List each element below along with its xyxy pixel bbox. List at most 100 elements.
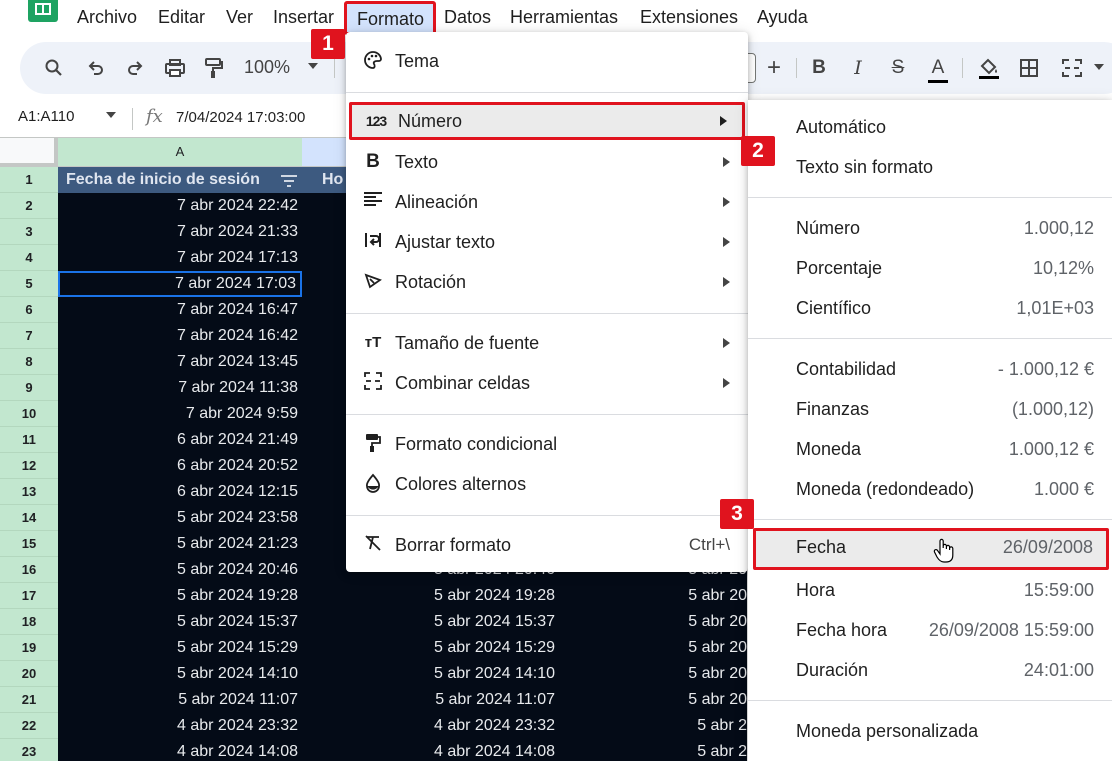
menu-item-numero[interactable]: 123 Número	[349, 102, 745, 140]
zoom-select[interactable]: 100%	[244, 57, 290, 78]
sheets-logo-icon[interactable]	[28, 0, 58, 22]
strikethrough-icon[interactable]: S	[882, 52, 914, 84]
fill-color-icon[interactable]	[973, 52, 1005, 90]
cell-a[interactable]: 7 abr 2024 13:45	[58, 349, 302, 375]
cell-b[interactable]: 4 abr 2024 23:32	[302, 713, 572, 739]
print-icon[interactable]	[159, 52, 191, 88]
cell-a[interactable]: 5 abr 2024 14:10	[58, 661, 302, 687]
format-cientifico[interactable]: Científico 1,01E+03	[748, 289, 1112, 327]
cell-b[interactable]: 5 abr 2024 11:07	[302, 687, 572, 713]
menu-ayuda[interactable]: Ayuda	[757, 7, 808, 28]
row-header[interactable]: 3	[0, 219, 58, 245]
cell-a[interactable]: 5 abr 2024 21:23	[58, 531, 302, 557]
format-moneda-personalizada[interactable]: Moneda personalizada	[748, 712, 1112, 750]
menu-item-colores-alternos[interactable]: Colores alternos	[346, 465, 748, 503]
cell-a[interactable]: 5 abr 2024 15:29	[58, 635, 302, 661]
cell-a[interactable]: 5 abr 2024 20:46	[58, 557, 302, 583]
row-header[interactable]: 6	[0, 297, 58, 323]
row-header[interactable]: 23	[0, 739, 58, 761]
cell-a[interactable]: 7 abr 2024 16:42	[58, 323, 302, 349]
row-header[interactable]: 8	[0, 349, 58, 375]
cell-c[interactable]: 5 abr 20	[572, 583, 747, 609]
format-moneda-redondeado[interactable]: Moneda (redondeado) 1.000 €	[748, 470, 1112, 508]
bold-icon[interactable]: B	[803, 52, 835, 84]
menu-editar[interactable]: Editar	[158, 7, 205, 28]
select-all-corner[interactable]	[0, 138, 58, 167]
menu-herramientas[interactable]: Herramientas	[510, 7, 618, 28]
redo-icon[interactable]	[119, 52, 151, 88]
row-header[interactable]: 17	[0, 583, 58, 609]
merge-caret-icon[interactable]	[1094, 64, 1104, 70]
menu-datos[interactable]: Datos	[444, 7, 491, 28]
menu-extensiones[interactable]: Extensiones	[640, 7, 738, 28]
cell-a[interactable]: 7 abr 2024 17:03	[58, 271, 302, 297]
cell-c[interactable]: 5 abr 2	[572, 739, 747, 761]
menu-insertar[interactable]: Insertar	[273, 7, 334, 28]
zoom-caret-icon[interactable]	[308, 63, 318, 69]
menu-item-formato-condicional[interactable]: Formato condicional	[346, 425, 748, 463]
format-fecha-hora[interactable]: Fecha hora 26/09/2008 15:59:00	[748, 611, 1112, 649]
column-header-a[interactable]: A	[58, 138, 302, 167]
cell-a[interactable]: 5 abr 2024 23:58	[58, 505, 302, 531]
text-color-icon[interactable]: A	[922, 52, 954, 84]
format-texto-sin-formato[interactable]: Texto sin formato	[748, 148, 1112, 186]
menu-item-tamano-fuente[interactable]: тT Tamaño de fuente	[346, 324, 748, 362]
cell-b[interactable]: 5 abr 2024 15:37	[302, 609, 572, 635]
cell-a[interactable]: 5 abr 2024 15:37	[58, 609, 302, 635]
merge-cells-icon[interactable]	[1056, 52, 1088, 88]
cell-a[interactable]: 6 abr 2024 21:49	[58, 427, 302, 453]
cell-a[interactable]: 7 abr 2024 11:38	[58, 375, 302, 401]
row-header[interactable]: 7	[0, 323, 58, 349]
format-automatico[interactable]: Automático	[748, 108, 1112, 146]
menu-item-texto[interactable]: B Texto	[346, 143, 748, 181]
plus-icon[interactable]: +	[758, 52, 790, 84]
row-header[interactable]: 4	[0, 245, 58, 271]
row-header[interactable]: 14	[0, 505, 58, 531]
cell-b[interactable]: 5 abr 2024 15:29	[302, 635, 572, 661]
row-header[interactable]: 10	[0, 401, 58, 427]
cell-a[interactable]: 4 abr 2024 23:32	[58, 713, 302, 739]
menu-formato[interactable]: Formato	[344, 1, 436, 35]
cell-a[interactable]: 5 abr 2024 19:28	[58, 583, 302, 609]
name-box-caret-icon[interactable]	[106, 112, 116, 118]
format-fecha[interactable]: Fecha 26/09/2008	[753, 528, 1109, 570]
cell-c[interactable]: 5 abr 2	[572, 713, 747, 739]
row-header[interactable]: 18	[0, 609, 58, 635]
row-header[interactable]: 1	[0, 167, 58, 193]
name-box[interactable]: A1:A110	[18, 108, 74, 125]
format-finanzas[interactable]: Finanzas (1.000,12)	[748, 390, 1112, 428]
cell-b[interactable]: 5 abr 2024 14:10	[302, 661, 572, 687]
cell-a[interactable]: 5 abr 2024 11:07	[58, 687, 302, 713]
format-moneda[interactable]: Moneda 1.000,12 €	[748, 430, 1112, 468]
row-header[interactable]: 9	[0, 375, 58, 401]
row-header[interactable]: 11	[0, 427, 58, 453]
row-header[interactable]: 22	[0, 713, 58, 739]
cell-c[interactable]: 5 abr 20	[572, 635, 747, 661]
format-porcentaje[interactable]: Porcentaje 10,12%	[748, 249, 1112, 287]
paint-format-icon[interactable]	[197, 52, 229, 89]
cell-a[interactable]: 7 abr 2024 9:59	[58, 401, 302, 427]
filter-icon[interactable]	[281, 175, 297, 187]
column-a-title-cell[interactable]: Fecha de inicio de sesión	[58, 167, 302, 193]
undo-icon[interactable]	[80, 52, 112, 88]
cell-a[interactable]: 6 abr 2024 20:52	[58, 453, 302, 479]
menu-ver[interactable]: Ver	[226, 7, 253, 28]
formula-input[interactable]: 7/04/2024 17:03:00	[176, 109, 305, 126]
cell-a[interactable]: 7 abr 2024 22:42	[58, 193, 302, 219]
cell-b[interactable]: 4 abr 2024 14:08	[302, 739, 572, 761]
row-header[interactable]: 12	[0, 453, 58, 479]
cell-c[interactable]: 5 abr 20	[572, 609, 747, 635]
cell-a[interactable]: 7 abr 2024 16:47	[58, 297, 302, 323]
format-duracion[interactable]: Duración 24:01:00	[748, 651, 1112, 689]
menu-archivo[interactable]: Archivo	[77, 7, 137, 28]
menu-item-rotacion[interactable]: Rotación	[346, 263, 748, 301]
cell-a[interactable]: 6 abr 2024 12:15	[58, 479, 302, 505]
row-header[interactable]: 20	[0, 661, 58, 687]
row-header[interactable]: 2	[0, 193, 58, 219]
menu-item-combinar-celdas[interactable]: Combinar celdas	[346, 364, 748, 402]
menu-item-alineacion[interactable]: Alineación	[346, 183, 748, 221]
cell-a[interactable]: 7 abr 2024 17:13	[58, 245, 302, 271]
cell-c[interactable]: 5 abr 20	[572, 687, 747, 713]
cell-a[interactable]: 4 abr 2024 14:08	[58, 739, 302, 761]
cell-b[interactable]: 5 abr 2024 19:28	[302, 583, 572, 609]
